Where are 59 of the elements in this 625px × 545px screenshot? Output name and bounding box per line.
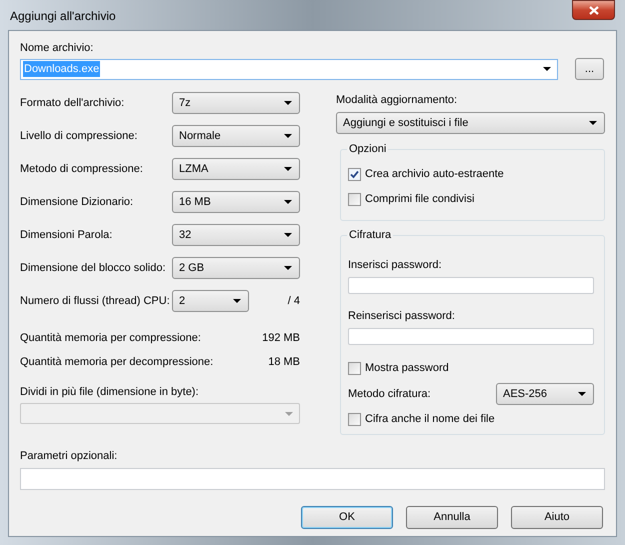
field-label: Metodo cifratura: bbox=[348, 386, 431, 402]
dropdown[interactable]: 2 bbox=[172, 290, 249, 312]
caret-icon bbox=[543, 67, 551, 71]
close-icon bbox=[588, 6, 598, 14]
dialog-button[interactable]: OK bbox=[301, 506, 393, 529]
group-title: Opzioni bbox=[347, 142, 388, 156]
checkbox-label: Comprimi file condivisi bbox=[365, 192, 474, 207]
dropdown[interactable]: Normale bbox=[172, 125, 300, 147]
field-label: Dimensione Dizionario: bbox=[20, 194, 134, 210]
field-label: Modalità aggiornamento: bbox=[336, 93, 458, 107]
field-label: Inserisci password: bbox=[348, 258, 442, 272]
memory-label: Quantità memoria per decompressione: bbox=[20, 355, 214, 369]
field-label: Parametri opzionali: bbox=[20, 449, 118, 463]
caret-icon bbox=[284, 101, 292, 105]
browse-button[interactable]: ... bbox=[575, 58, 604, 80]
password-field[interactable] bbox=[348, 328, 594, 345]
dropdown[interactable]: Aggiungi e sostituisci i file bbox=[336, 112, 605, 134]
field-label: Dimensione del blocco solido: bbox=[20, 260, 167, 276]
checkbox-label: Cifra anche il nome dei file bbox=[365, 412, 495, 427]
caret-icon bbox=[233, 299, 241, 303]
checkbox[interactable] bbox=[348, 168, 361, 180]
filename-text: Downloads.exe bbox=[23, 60, 100, 78]
parameters-field[interactable] bbox=[20, 468, 605, 490]
field-label: Dimensioni Parola: bbox=[20, 228, 114, 243]
dropdown[interactable]: AES-256 bbox=[496, 383, 594, 405]
field-label: Nome archivio: bbox=[20, 41, 94, 55]
memory-value: 192 MB bbox=[262, 331, 300, 345]
caret-icon bbox=[284, 233, 292, 237]
checkbox[interactable] bbox=[348, 362, 361, 374]
dropdown[interactable]: 32 bbox=[172, 224, 300, 246]
field-label: Dividi in più file (dimensione in byte): bbox=[20, 385, 199, 399]
dropdown[interactable]: 16 MB bbox=[172, 191, 300, 213]
caret-icon bbox=[284, 200, 292, 204]
memory-label: Quantità memoria per compressione: bbox=[20, 331, 201, 345]
dropdown[interactable]: 2 GB bbox=[172, 257, 300, 279]
thread-count: / 4 bbox=[288, 294, 300, 309]
caret-icon bbox=[284, 167, 292, 171]
checkbox-label: Crea archivio auto-estraente bbox=[365, 166, 504, 182]
close-button[interactable] bbox=[572, 0, 615, 20]
field-label: Livello di compressione: bbox=[20, 128, 138, 144]
caret-icon bbox=[589, 121, 597, 125]
field-label: Formato dell'archivio: bbox=[20, 96, 126, 111]
field-label: Metodo di compressione: bbox=[20, 162, 144, 177]
checkbox[interactable] bbox=[348, 412, 361, 426]
field-label: Numero di flussi (thread) CPU: bbox=[20, 294, 171, 309]
dialog-button[interactable]: Annulla bbox=[406, 506, 498, 529]
window-title: Aggiungi all'archivio bbox=[10, 8, 116, 25]
field-label: Reinserisci password: bbox=[348, 309, 455, 323]
checkbox[interactable] bbox=[348, 192, 361, 206]
caret-icon bbox=[284, 134, 292, 138]
dialog-button[interactable]: Aiuto bbox=[511, 506, 603, 529]
caret-icon bbox=[285, 412, 293, 416]
dropdown[interactable]: 7z bbox=[172, 92, 300, 114]
password-field[interactable] bbox=[348, 277, 594, 294]
caret-icon bbox=[284, 266, 292, 270]
checkbox-label: Mostra password bbox=[365, 360, 449, 376]
dropdown[interactable]: LZMA bbox=[172, 158, 300, 180]
memory-value: 18 MB bbox=[268, 355, 300, 369]
caret-icon bbox=[578, 392, 586, 396]
